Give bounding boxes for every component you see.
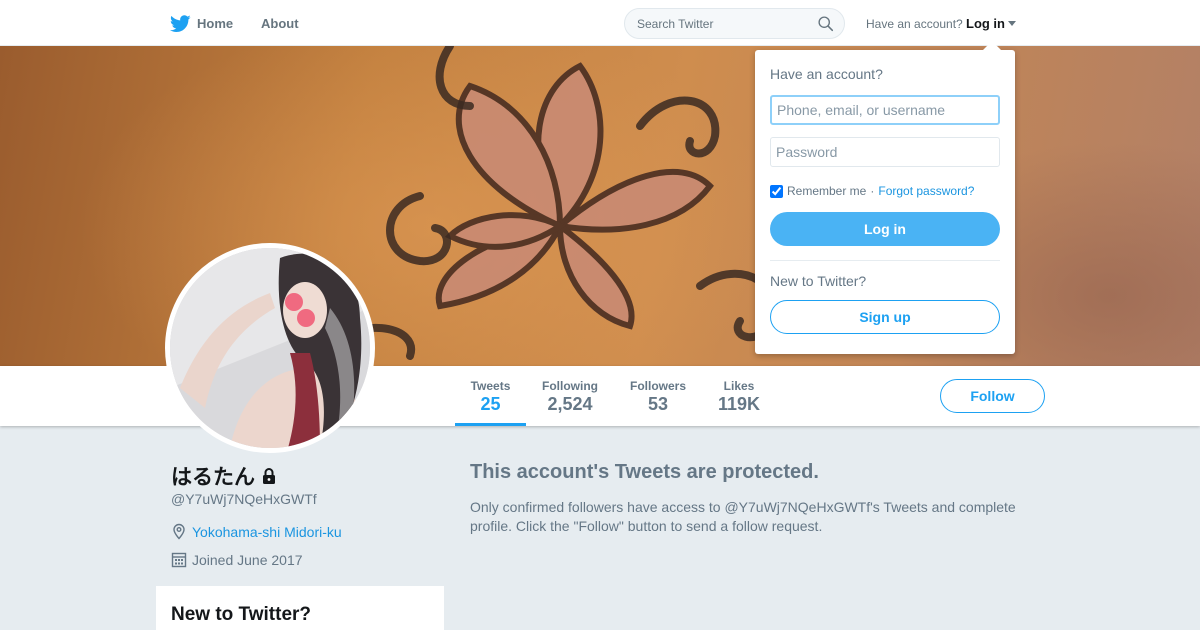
separator-dot: · [870,184,875,198]
login-dropdown-toggle[interactable]: Log in [966,16,1016,31]
avatar-image [170,248,370,448]
forgot-password-link[interactable]: Forgot password? [878,184,974,198]
stat-followers-label: Followers [629,379,686,393]
caret-down-icon [1008,21,1016,26]
have-account-text: Have an account? [866,17,963,31]
nav-home-label: Home [197,16,234,31]
username-input[interactable] [770,95,1000,125]
profile-joined: Joined June 2017 [171,551,303,568]
stat-following-value: 2,524 [547,394,593,414]
dropdown-divider [770,260,1000,261]
dropdown-new-heading: New to Twitter? [770,273,867,289]
stat-tweets-value: 25 [480,394,501,414]
password-input[interactable] [770,137,1000,167]
avatar[interactable] [165,243,375,453]
location-link[interactable]: Yokohama-shi Midori-ku [192,524,342,540]
stat-likes-label: Likes [723,379,755,393]
protected-body: Only confirmed followers have access to … [470,499,1016,534]
remember-row: Remember me · Forgot password? [770,184,974,198]
login-dropdown: Have an account? Remember me · Forgot pa… [755,41,1015,354]
signup-button[interactable]: Sign up [770,300,1000,334]
stat-tweets-label: Tweets [470,379,511,393]
login-dropdown-heading: Have an account? [770,66,883,82]
lock-icon [263,468,275,484]
stat-following[interactable]: Following 2,524 [534,366,606,426]
profile-name: はるたん [171,465,255,489]
new-to-twitter-title: New to Twitter? [171,604,312,625]
login-button[interactable]: Log in [770,212,1000,246]
nav-home-link[interactable]: Home [170,13,233,34]
follow-button[interactable]: Follow [940,379,1045,413]
search-box [624,8,845,39]
screen-name: @Y7uWj7NQeHxGWTf [171,491,317,507]
protected-title: This account's Tweets are protected. [470,461,819,483]
nav-about-link[interactable]: About [261,16,299,31]
stat-likes[interactable]: Likes 119K [710,366,768,426]
new-to-twitter-card: New to Twitter? [156,586,444,630]
stat-likes-value: 119K [717,394,761,414]
location-pin-icon [173,523,185,540]
remember-me-checkbox[interactable] [770,184,783,198]
stat-tweets[interactable]: Tweets 25 [455,366,526,426]
profile-name-row: はるたん [171,461,278,491]
search-icon[interactable] [817,15,834,32]
stat-followers-value: 53 [647,394,669,414]
profile-location: Yokohama-shi Midori-ku [171,523,342,540]
twitter-bird-icon [170,15,191,32]
joined-text: Joined June 2017 [192,551,303,568]
calendar-icon [171,552,187,568]
stat-followers[interactable]: Followers 53 [624,366,692,426]
search-input[interactable] [625,9,810,38]
top-nav: Home About Have an account? Log in [0,0,1200,46]
remember-me-label[interactable]: Remember me [787,184,866,198]
stat-following-label: Following [542,379,598,393]
login-toggle-label: Log in [966,16,1005,31]
